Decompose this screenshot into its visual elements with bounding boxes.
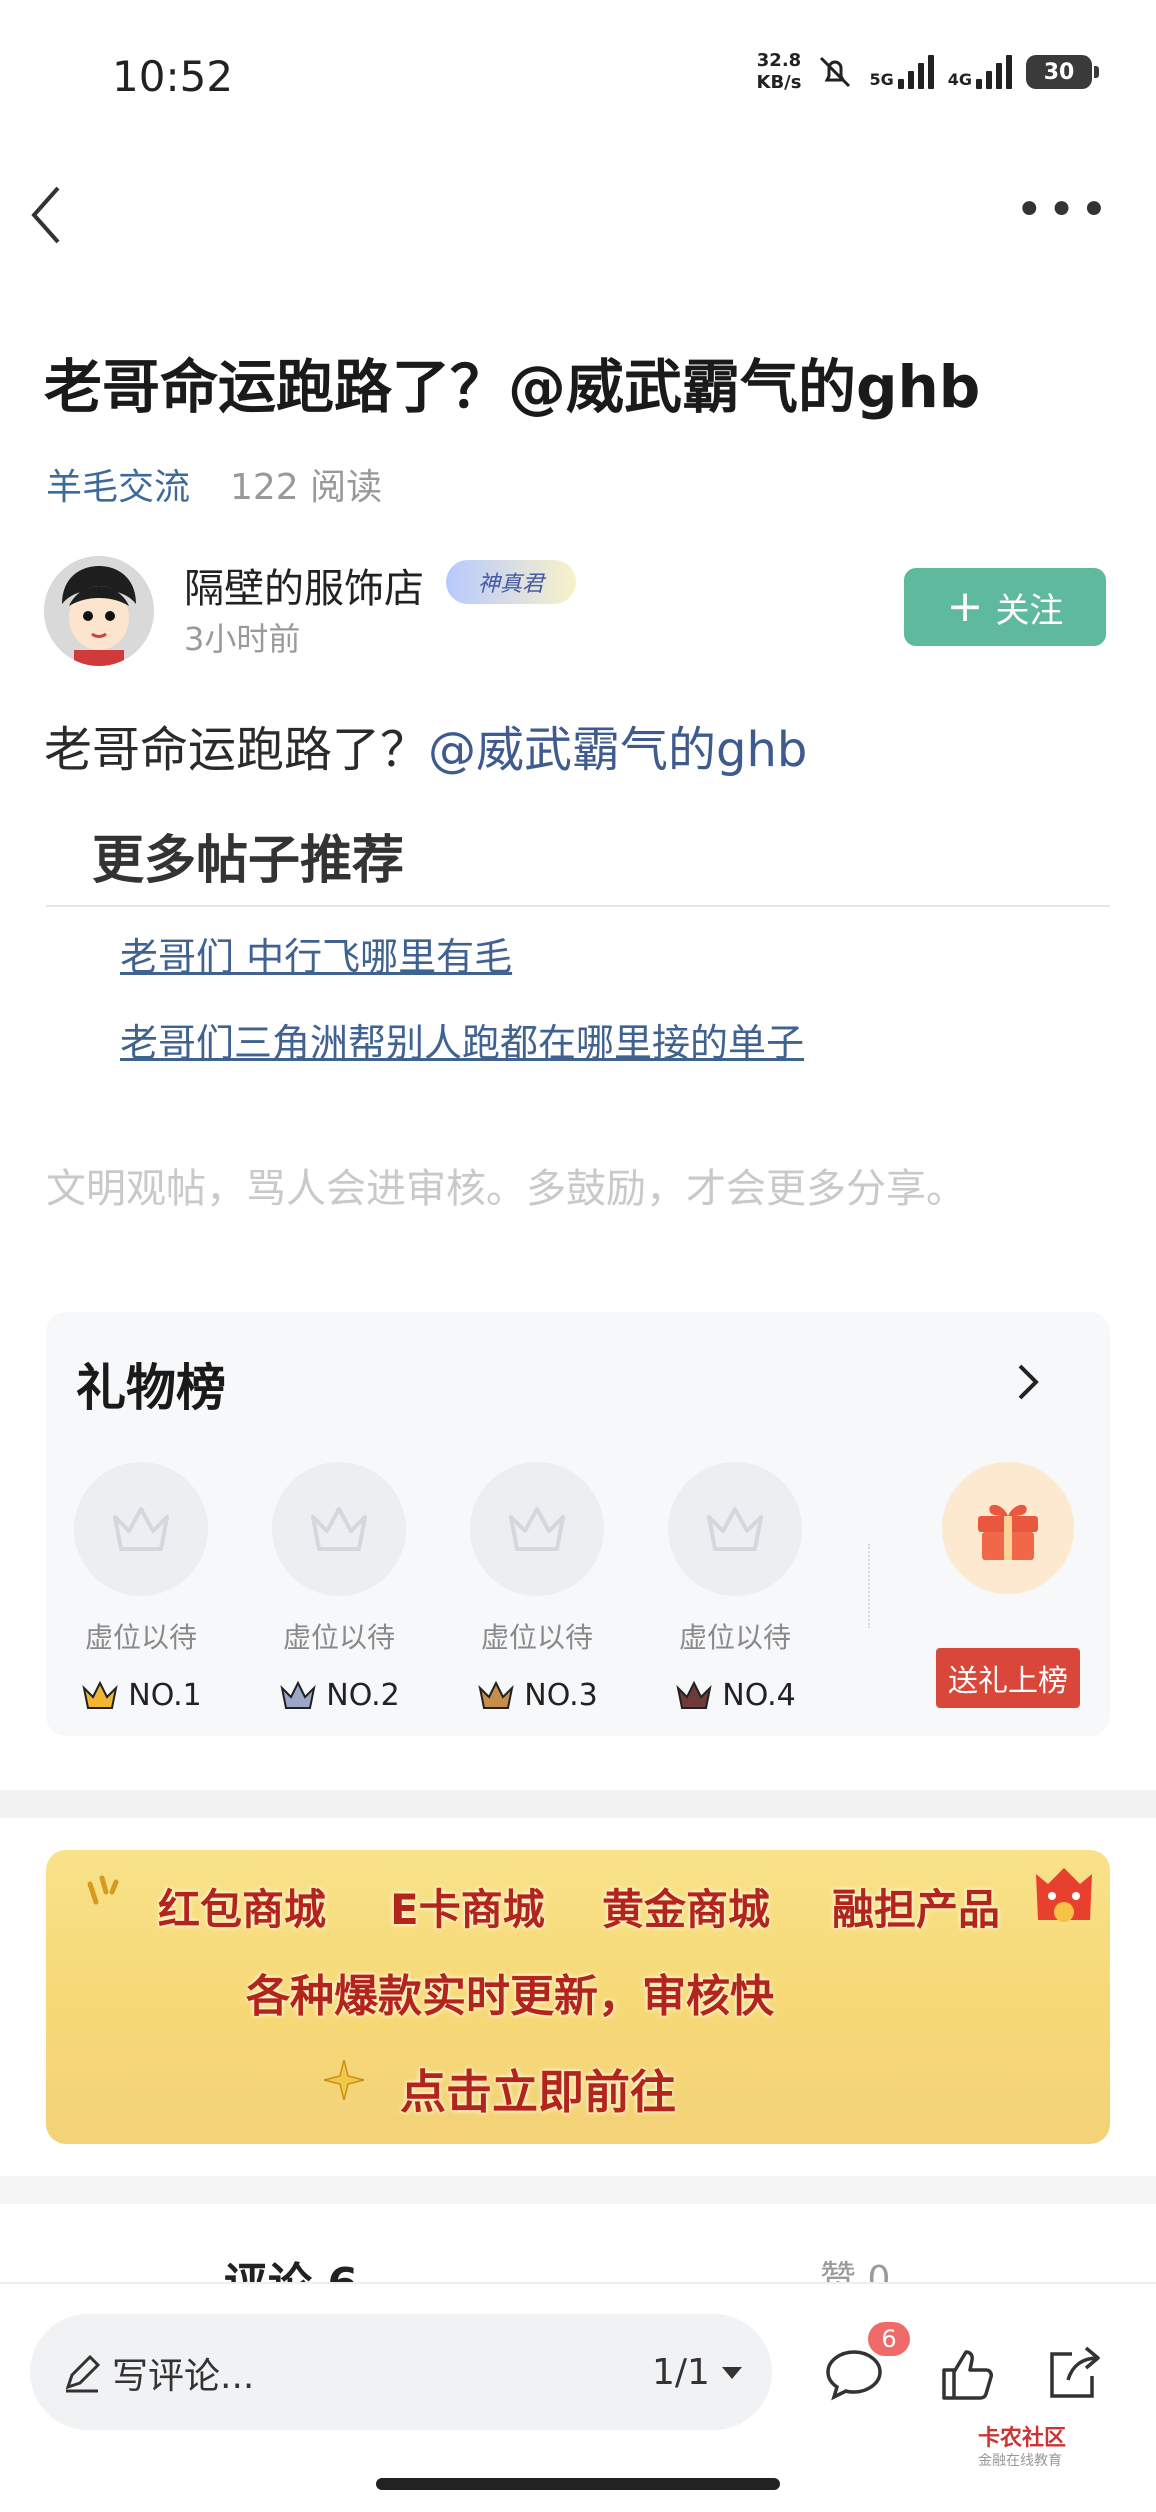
divider: [46, 905, 1110, 907]
sparkle-icon: [87, 1875, 119, 1905]
comment-count-badge: 6: [868, 2322, 910, 2356]
banner-item: E卡商城: [390, 1885, 545, 1934]
banner-item: 融担产品: [832, 1885, 1001, 1934]
caret-down-icon: [721, 2366, 742, 2379]
mute-bell-icon: [820, 56, 851, 88]
chevron-right-icon[interactable]: [1010, 1360, 1044, 1404]
gift-slot[interactable]: 虚位以待 NO.1: [74, 1462, 208, 1713]
follow-label: 关注: [995, 590, 1064, 631]
share-icon[interactable]: [1042, 2344, 1102, 2404]
post-title: 老哥命运跑路了？@威武霸气的ghb: [44, 353, 981, 421]
crown-placeholder-icon: [74, 1462, 208, 1596]
author-name[interactable]: 隔壁的服饰店: [184, 556, 424, 614]
recommend-link[interactable]: 老哥们 中行飞哪里有毛: [120, 926, 512, 981]
rank-crown-icon: [280, 1680, 316, 1709]
thumbs-up-icon[interactable]: [938, 2344, 998, 2404]
civility-hint: 文明观帖，骂人会进审核。多鼓励，才会更多分享。: [46, 1166, 966, 1212]
watermark: 卡农社区 金融在线教育: [978, 2426, 1067, 2470]
gift-slot[interactable]: 虚位以待 NO.2: [272, 1462, 406, 1713]
pencil-icon: [65, 2354, 101, 2393]
crown-placeholder-icon: [470, 1462, 604, 1596]
gift-slot[interactable]: 虚位以待 NO.4: [668, 1462, 802, 1713]
recommend-heading: 更多帖子推荐: [92, 831, 405, 891]
battery-icon: 30: [1026, 55, 1099, 89]
gift-slot[interactable]: 虚位以待 NO.3: [470, 1462, 604, 1713]
promo-banner[interactable]: 红包商城 E卡商城 黄金商城 融担产品 各种爆款实时更新，审核快 点击立即前往: [46, 1850, 1110, 2144]
author-badge: 神真君: [446, 560, 576, 604]
gift-board-title[interactable]: 礼物榜: [76, 1348, 226, 1420]
category-link[interactable]: 羊毛交流: [46, 458, 190, 510]
recommend-link[interactable]: 老哥们三角洲帮别人跑都在哪里接的单子: [120, 1012, 804, 1067]
banner-item: 黄金商城: [602, 1885, 771, 1934]
network-speed: 32.8 KB/s: [756, 50, 802, 93]
rank-crown-icon: [478, 1680, 514, 1709]
send-gift-button[interactable]: 送礼上榜: [936, 1648, 1080, 1708]
post-time: 3小时前: [184, 620, 301, 658]
rank-crown-icon: [676, 1680, 712, 1709]
more-options-icon[interactable]: •••: [1015, 186, 1112, 234]
banner-subline: 各种爆款实时更新，审核快: [246, 1971, 774, 2022]
rank-crown-icon: [82, 1680, 118, 1709]
signal-bars-icon: [897, 55, 934, 89]
gift-box-icon[interactable]: [942, 1462, 1074, 1594]
status-time: 10:52: [112, 52, 234, 101]
banner-cta[interactable]: 点击立即前往: [400, 2056, 676, 2122]
banner-item: 红包商城: [158, 1885, 327, 1934]
crown-placeholder-icon: [272, 1462, 406, 1596]
read-count: 122 阅读: [230, 467, 383, 508]
signal-bars-icon: [976, 55, 1012, 89]
follow-button[interactable]: + 关注: [904, 568, 1106, 646]
section-separator: [0, 2176, 1156, 2204]
mascot-icon: [1036, 1868, 1092, 1922]
post-body: 老哥命运跑路了？@威武霸气的ghb: [44, 722, 808, 778]
signal-label-5g: 5G: [869, 70, 894, 89]
page-selector[interactable]: 1/1: [652, 2352, 744, 2393]
back-arrow-icon[interactable]: [26, 180, 66, 250]
home-indicator[interactable]: [376, 2478, 780, 2490]
section-separator: [0, 1790, 1156, 1818]
avatar[interactable]: [44, 556, 154, 666]
status-icons: 32.8 KB/s 5G 4G 30: [756, 50, 1099, 94]
divider: [868, 1544, 872, 1628]
plus-icon: +: [946, 581, 984, 632]
crown-placeholder-icon: [668, 1462, 802, 1596]
mention-link[interactable]: @威武霸气的ghb: [428, 722, 807, 778]
signal-label-4g: 4G: [947, 70, 972, 89]
write-comment-field[interactable]: 写评论...: [62, 2347, 254, 2399]
star-sparkle-icon: [323, 2059, 365, 2101]
